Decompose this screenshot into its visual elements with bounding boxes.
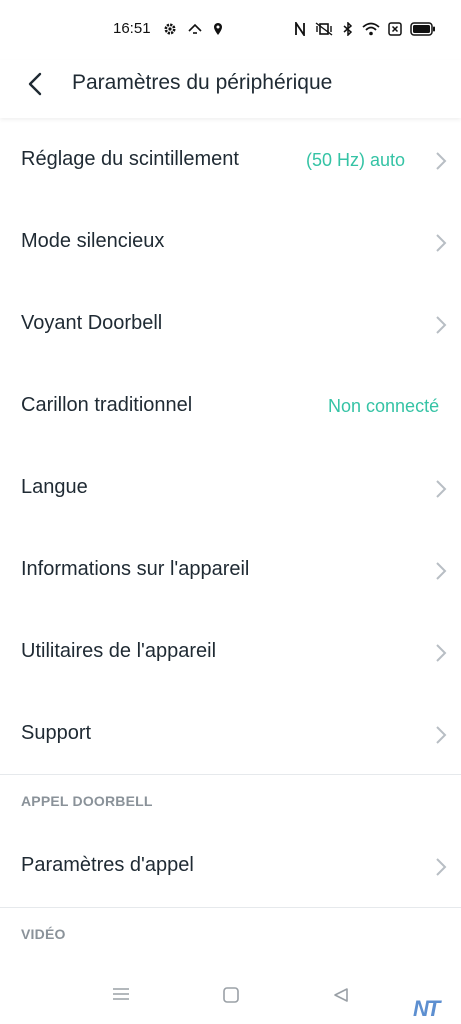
chevron-right-icon [434,314,448,336]
settings-list: Réglage du scintillement (50 Hz) auto Mo… [0,120,461,776]
setting-row-call-settings[interactable]: Paramètres d'appel [0,826,461,908]
recent-apps-icon[interactable] [111,986,131,1007]
chevron-right-icon [434,560,448,582]
setting-label: Informations sur l'appareil [21,558,250,580]
wifi-icon [362,22,380,36]
page-title: Paramètres du périphérique [72,71,333,94]
setting-row-doorbell-light[interactable]: Voyant Doorbell [0,284,461,366]
setting-row-device-info[interactable]: Informations sur l'appareil [0,530,461,612]
back-arrow-icon[interactable] [22,70,50,98]
chevron-right-icon [434,724,448,746]
nav-back-icon[interactable] [332,987,350,1008]
setting-label: Paramètres d'appel [21,854,194,876]
home-icon[interactable] [222,986,240,1009]
section-divider [0,774,461,775]
setting-row-device-utilities[interactable]: Utilitaires de l'appareil [0,612,461,694]
flicker-value: (50 Hz) auto [306,150,406,170]
chevron-right-icon [434,642,448,664]
vibrate-mute-icon [314,22,334,36]
battery-icon [410,22,436,36]
setting-label: Réglage du scintillement [21,148,239,170]
screen-rotate-icon [187,22,203,36]
app-header: Paramètres du périphérique [0,60,461,118]
setting-label: Voyant Doorbell [21,312,163,334]
section-divider [0,907,461,908]
section-header-doorbell-call: APPEL DOORBELL [21,793,153,809]
setting-row-silent-mode[interactable]: Mode silencieux [0,202,461,284]
status-bar: 16:51 [0,0,461,60]
bluetooth-icon [342,22,354,36]
setting-label: Langue [21,476,88,498]
sim-x-icon [388,22,402,36]
nfc-icon [294,22,306,36]
setting-label: Support [21,722,92,744]
system-nav-bar [0,966,461,1024]
setting-row-flicker[interactable]: Réglage du scintillement (50 Hz) auto [0,120,461,202]
chevron-right-icon [434,856,448,878]
settings-gear-icon [163,22,177,36]
setting-label: Utilitaires de l'appareil [21,640,217,662]
section-header-video: VIDÉO [21,926,66,942]
chevron-right-icon [434,232,448,254]
setting-label: Mode silencieux [21,230,165,252]
setting-row-traditional-chime[interactable]: Carillon traditionnel Non connecté [0,366,461,448]
chevron-right-icon [434,478,448,500]
setting-row-support[interactable]: Support [0,694,461,776]
location-pin-icon [213,22,223,36]
watermark-logo: NT [413,996,440,1021]
setting-label: Carillon traditionnel [21,394,193,416]
status-time: 16:51 [113,20,151,37]
setting-row-language[interactable]: Langue [0,448,461,530]
chime-status-value: Non connecté [328,396,440,416]
chevron-right-icon [434,150,448,172]
